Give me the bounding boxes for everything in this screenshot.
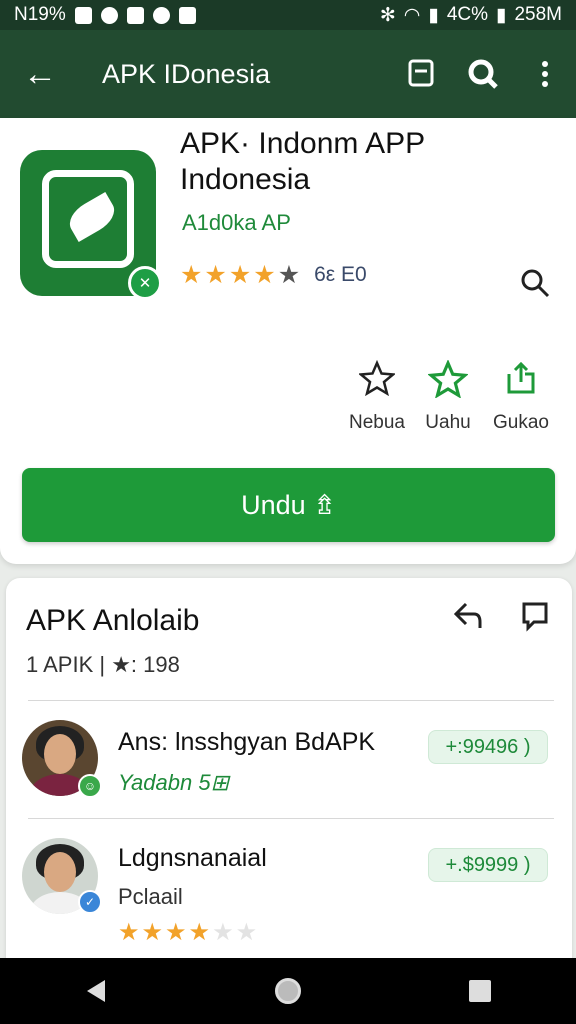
- star-icon: ★: [180, 261, 203, 289]
- wifi-icon: ◠: [403, 4, 421, 26]
- price-button[interactable]: +.$9999 ): [428, 848, 548, 882]
- signal-icon: ▮: [428, 4, 439, 26]
- rating-text: 6ε Ε0: [314, 263, 367, 286]
- developer-name[interactable]: A1d0ka AP: [182, 210, 291, 236]
- home-nav-button[interactable]: [248, 958, 328, 1024]
- briefcase-icon: [74, 6, 92, 24]
- status-left-text: N19%: [14, 4, 66, 25]
- star-icon: ★: [118, 919, 140, 946]
- recents-nav-button[interactable]: [440, 958, 520, 1024]
- share-icon: [505, 360, 537, 400]
- notes-icon: [178, 6, 196, 24]
- search-icon[interactable]: [452, 30, 514, 118]
- status-time: 258M: [514, 4, 562, 25]
- divider: [28, 818, 554, 819]
- item-subtitle: Yadabn 5⊞: [118, 770, 229, 795]
- bluetooth-icon: ✻: [379, 4, 396, 26]
- home-icon: [275, 978, 301, 1004]
- bookmark-icon[interactable]: [390, 30, 452, 118]
- app-icon: ✕: [20, 150, 162, 300]
- rating-row: ★ ★ ★ ★ ★ 6ε Ε0: [180, 260, 367, 290]
- item-name: Ans: lnsshgyan BdAPK: [118, 728, 376, 756]
- battery-icon: ▮: [496, 4, 507, 26]
- action-label: Nebua: [349, 412, 405, 433]
- back-button[interactable]: ←: [0, 30, 80, 118]
- back-nav-button[interactable]: [56, 958, 136, 1024]
- star-icon: ★: [204, 261, 227, 289]
- download-button[interactable]: Undu ⇯: [22, 468, 555, 542]
- divider: [28, 700, 554, 701]
- verified-badge-icon: ☺: [78, 774, 102, 798]
- location-icon: [152, 6, 170, 24]
- star-outline-icon: [357, 359, 397, 400]
- section-meta: 1 APIK | ★: 198: [26, 652, 180, 677]
- item-name: Ldgnsnanaial: [118, 844, 267, 872]
- star-icon: ★: [277, 261, 301, 289]
- price-button[interactable]: +:99496 ): [428, 730, 548, 764]
- star-icon: ★: [212, 919, 234, 946]
- verified-badge-icon: ✓: [78, 890, 102, 914]
- action-label: Gukao: [493, 412, 549, 433]
- star-icon: ★: [235, 919, 258, 946]
- app-name: APK· Indonm APP Indonesia: [180, 127, 425, 196]
- star-icon: ★: [228, 261, 252, 289]
- search-icon[interactable]: [520, 268, 550, 305]
- status-bar: N19% ✻ ◠ ▮ 4C% ▮ 258M: [0, 0, 576, 30]
- more-options-icon[interactable]: [514, 30, 576, 118]
- battery-percent: 4C%: [446, 4, 488, 25]
- verified-badge-icon: ✕: [128, 266, 162, 300]
- mail-icon: [126, 6, 144, 24]
- rating-stars: ★ ★ ★ ★ ★ ★: [118, 918, 257, 947]
- system-nav-bar: [0, 958, 576, 1024]
- recents-icon: [469, 980, 491, 1002]
- star-icon: ★: [141, 919, 164, 946]
- star-outline-icon: [427, 359, 469, 400]
- action-label: Uahu: [425, 412, 471, 433]
- star-icon: ★: [253, 261, 276, 289]
- item-subtitle: Pclaail: [118, 884, 183, 909]
- star-icon: ★: [165, 919, 187, 946]
- share-icon[interactable]: [452, 600, 484, 640]
- app-bar: ← APK IDonesia: [0, 30, 576, 118]
- action-gukao[interactable]: Gukao: [476, 360, 566, 434]
- app-bar-title: APK IDonesia: [102, 58, 271, 89]
- bookmark-icon[interactable]: [520, 600, 550, 640]
- messenger-icon: [100, 6, 118, 24]
- star-icon: ★: [188, 919, 211, 946]
- section-title: APK Anlolaib: [26, 604, 200, 637]
